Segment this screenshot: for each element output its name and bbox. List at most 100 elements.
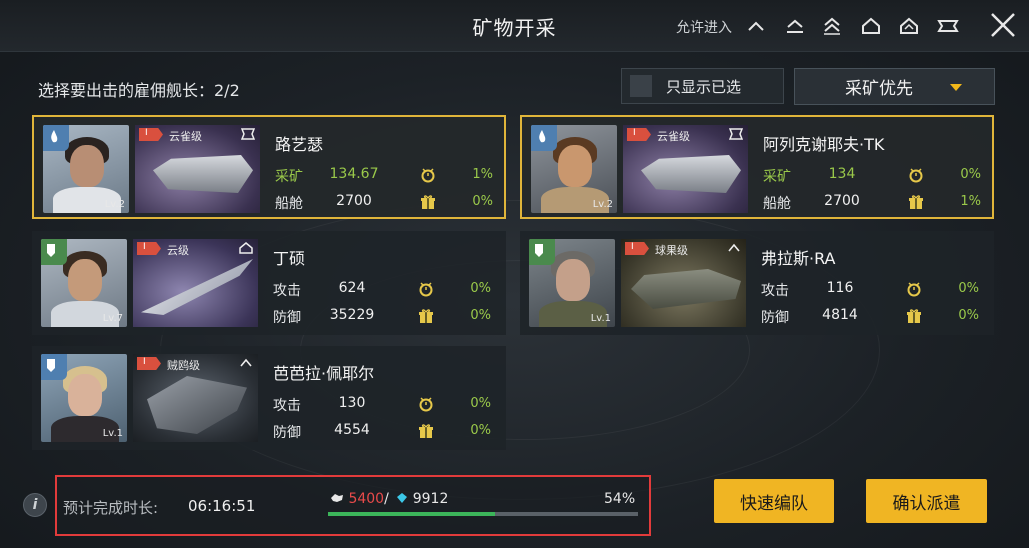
show-selected-checkbox[interactable]: [630, 75, 652, 97]
stat1-bonus: 1%: [472, 167, 493, 182]
house-rank-icon: [239, 242, 253, 254]
close-icon[interactable]: [988, 10, 1018, 40]
chevron-up-icon: [240, 358, 252, 367]
rank-1-chevron-icon[interactable]: [744, 14, 768, 38]
ship-class: 云级: [167, 244, 189, 257]
captain-portrait: Lv.1: [529, 239, 615, 327]
tier-tag: I: [139, 128, 163, 141]
stat2-value: 4554: [334, 422, 370, 438]
ship-image: I 云雀级: [623, 125, 748, 213]
allow-entry-label: 允许进入: [676, 20, 732, 36]
ship-class: 云雀级: [169, 130, 202, 143]
roster-count-label: 选择要出击的雇佣舰长：2/2: [38, 81, 240, 100]
clock-bonus-icon: [909, 168, 923, 183]
captain-card-5[interactable]: Lv.1 I 贼鸥级 芭芭拉·佩耶尔 攻击 130 0% 防御 4554 0%: [32, 346, 506, 450]
stat1-value: 116: [826, 280, 854, 296]
stat2-bonus: 0%: [958, 308, 979, 323]
stat2-value: 4814: [822, 307, 858, 323]
stat1-value: 130: [338, 395, 366, 411]
gift-bonus-icon: [907, 309, 921, 323]
tier-tag: I: [627, 128, 651, 141]
tier-tag: I: [137, 242, 161, 255]
stat1-bonus: 0%: [470, 281, 491, 296]
cargo-progress-fill: [328, 512, 496, 516]
gift-bonus-icon: [909, 195, 923, 209]
cargo-readout: 5400/ 9912: [330, 491, 448, 507]
stat1-value: 134.67: [329, 166, 379, 182]
captain-level: Lv.2: [592, 199, 613, 210]
gift-bonus-icon: [421, 195, 435, 209]
shield-icon: [529, 239, 555, 265]
rank-ribbon-icon[interactable]: [936, 14, 960, 38]
stat1-label: 攻击: [273, 283, 301, 299]
ribbon-icon: [729, 128, 743, 140]
stat1-value: 624: [338, 280, 366, 296]
confirm-dispatch-button[interactable]: 确认派遣: [866, 479, 987, 523]
eta-label: 预计完成时长:: [63, 499, 159, 517]
cargo-progress-percent: 54%: [604, 491, 636, 507]
stat2-label: 防御: [761, 310, 789, 326]
stat2-bonus: 1%: [960, 194, 981, 209]
ship-class: 球果级: [655, 244, 688, 257]
info-icon[interactable]: i: [23, 493, 47, 517]
stat1-bonus: 0%: [470, 396, 491, 411]
show-selected-label: 只显示已选: [666, 77, 742, 96]
captain-portrait: Lv.1: [41, 354, 127, 442]
droplet-icon: [531, 125, 557, 151]
sort-dropdown[interactable]: 采矿优先: [794, 68, 995, 105]
eta-value: 06:16:51: [188, 497, 256, 515]
current-cargo: 5400: [348, 491, 385, 507]
stat1-bonus: 0%: [960, 167, 981, 182]
rank-house-chevron-icon[interactable]: [897, 14, 921, 38]
captain-name: 丁硕: [273, 249, 306, 268]
shield-icon: [41, 239, 67, 265]
captain-level: Lv.1: [590, 313, 611, 324]
captain-card-3[interactable]: Lv.7 I 云级 丁硕 攻击 624 0% 防御 35229 0%: [32, 231, 506, 335]
gift-bonus-icon: [419, 309, 433, 323]
ship-class: 贼鸥级: [167, 359, 200, 372]
stat2-value: 35229: [329, 307, 375, 323]
captain-portrait: Lv.2: [531, 125, 617, 213]
stat1-value: 134: [828, 166, 856, 182]
ship-class: 云雀级: [657, 130, 690, 143]
captain-card-4[interactable]: Lv.1 I 球果级 弗拉斯·RA 攻击 116 0% 防御 4814 0%: [520, 231, 994, 335]
ship-image: I 球果级: [621, 239, 746, 327]
cargo-progress-bar: [328, 512, 638, 516]
stat1-label: 采矿: [763, 169, 791, 185]
title-bar: 矿物开采 允许进入: [0, 0, 1029, 52]
captain-name: 弗拉斯·RA: [761, 249, 836, 268]
stat2-value: 2700: [336, 193, 372, 209]
ship-image: I 云雀级: [135, 125, 260, 213]
shield-icon: [41, 354, 67, 380]
mining-dispatch-screen: 矿物开采 允许进入 选择要出击的雇佣舰长：2/2 只显示已选 采矿优先 Lv.2…: [0, 0, 1029, 548]
clock-bonus-icon: [907, 282, 921, 297]
stat2-value: 2700: [824, 193, 860, 209]
stat2-label: 船舱: [275, 196, 303, 212]
rank-house-icon[interactable]: [859, 14, 883, 38]
clock-bonus-icon: [419, 282, 433, 297]
stat2-bonus: 0%: [470, 423, 491, 438]
tier-tag: I: [625, 242, 649, 255]
stat1-label: 采矿: [275, 169, 303, 185]
sort-dropdown-label: 采矿优先: [845, 79, 913, 99]
show-selected-toggle[interactable]: 只显示已选: [621, 68, 784, 104]
stat2-label: 防御: [273, 425, 301, 441]
ship-image: I 云级: [133, 239, 258, 327]
quick-formation-button[interactable]: 快速编队: [714, 479, 834, 523]
captain-name: 阿列克谢耶夫·TK: [763, 135, 885, 154]
cargo-capacity: 9912: [412, 491, 449, 507]
captain-card-2[interactable]: Lv.2 I 云雀级 阿列克谢耶夫·TK 采矿 134 0% 船舱 2700 1…: [520, 115, 994, 219]
clock-bonus-icon: [419, 397, 433, 412]
captain-portrait: Lv.7: [41, 239, 127, 327]
captain-level: Lv.2: [104, 199, 125, 210]
captain-portrait: Lv.2: [43, 125, 129, 213]
ribbon-icon: [241, 128, 255, 140]
dropdown-arrow-icon: [950, 84, 962, 91]
stat2-bonus: 0%: [470, 308, 491, 323]
rank-3-chevron-icon[interactable]: [820, 14, 844, 38]
captain-level: Lv.1: [102, 428, 123, 439]
stat2-label: 防御: [273, 310, 301, 326]
captain-card-1[interactable]: Lv.2 I 云雀级 路艺瑟 采矿 134.67 1% 船舱 2700 0%: [32, 115, 506, 219]
rank-2-chevron-icon[interactable]: [783, 14, 807, 38]
ship-image: I 贼鸥级: [133, 354, 258, 442]
